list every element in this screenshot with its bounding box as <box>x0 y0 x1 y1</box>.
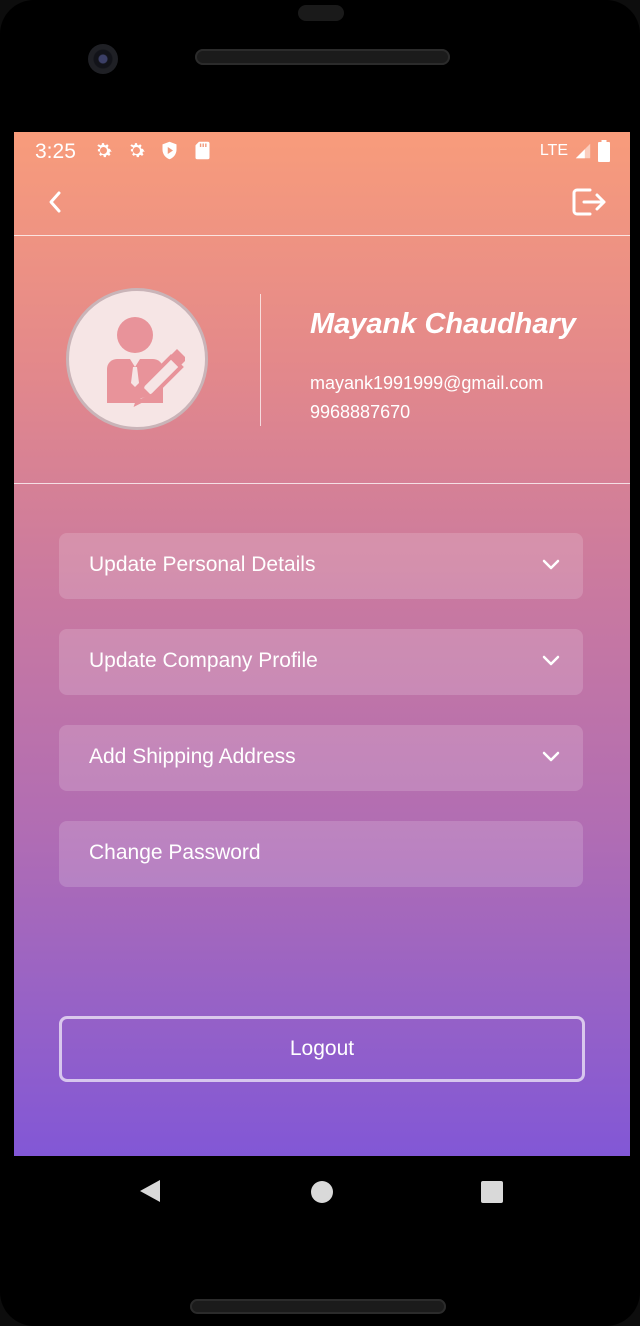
profile-phone: 9968887670 <box>310 402 411 422</box>
status-bar: 3:25 LTE <box>14 132 630 170</box>
nav-recents-icon[interactable] <box>481 1181 503 1203</box>
menu-item-change-password[interactable]: Change Password <box>59 821 583 887</box>
device-frame: 3:25 LTE Mayank Chaudhary mayank1991999@… <box>0 0 640 1326</box>
earpiece-speaker <box>195 49 450 65</box>
user-edit-icon <box>107 317 185 407</box>
profile-divider-bottom <box>14 483 630 484</box>
battery-icon <box>598 140 610 162</box>
signal-icon <box>575 143 591 159</box>
status-right: LTE <box>540 140 610 162</box>
menu-item-label: Add Shipping Address <box>89 745 296 768</box>
menu-item-personal-details[interactable]: Update Personal Details <box>59 533 583 599</box>
chevron-down-icon <box>542 655 560 666</box>
bottom-speaker <box>190 1299 446 1314</box>
nav-home-icon[interactable] <box>311 1181 333 1203</box>
front-camera <box>88 44 118 74</box>
profile-section: Mayank Chaudhary mayank1991999@gmail.com… <box>14 236 630 483</box>
status-icons <box>93 140 213 161</box>
chevron-down-icon <box>542 559 560 570</box>
profile-email: mayank1991999@gmail.com <box>310 373 544 393</box>
gear-icon <box>93 140 114 161</box>
avatar[interactable] <box>66 288 208 430</box>
nav-back-icon[interactable] <box>138 1178 162 1204</box>
system-nav-bar <box>14 1156 630 1228</box>
profile-name: Mayank Chaudhary <box>310 308 576 340</box>
menu-item-shipping-address[interactable]: Add Shipping Address <box>59 725 583 791</box>
logout-icon[interactable] <box>570 186 608 218</box>
gear-icon <box>126 140 147 161</box>
menu-item-label: Change Password <box>89 841 261 864</box>
menu-item-label: Update Company Profile <box>89 649 318 672</box>
chevron-left-icon[interactable] <box>42 188 66 216</box>
app-screen: 3:25 LTE Mayank Chaudhary mayank1991999@… <box>14 132 630 1156</box>
network-type: LTE <box>539 142 568 159</box>
menu-item-company-profile[interactable]: Update Company Profile <box>59 629 583 695</box>
chevron-down-icon <box>542 751 560 762</box>
profile-divider <box>260 294 261 426</box>
app-bar <box>14 170 630 236</box>
settings-menu: Update Personal Details Update Company P… <box>59 533 583 917</box>
shield-play-icon <box>159 140 180 161</box>
device-notch <box>298 5 344 21</box>
sd-card-icon <box>192 140 213 161</box>
status-time: 3:25 <box>35 140 76 163</box>
logout-button[interactable]: Logout <box>59 1016 585 1082</box>
menu-item-label: Update Personal Details <box>89 553 316 576</box>
